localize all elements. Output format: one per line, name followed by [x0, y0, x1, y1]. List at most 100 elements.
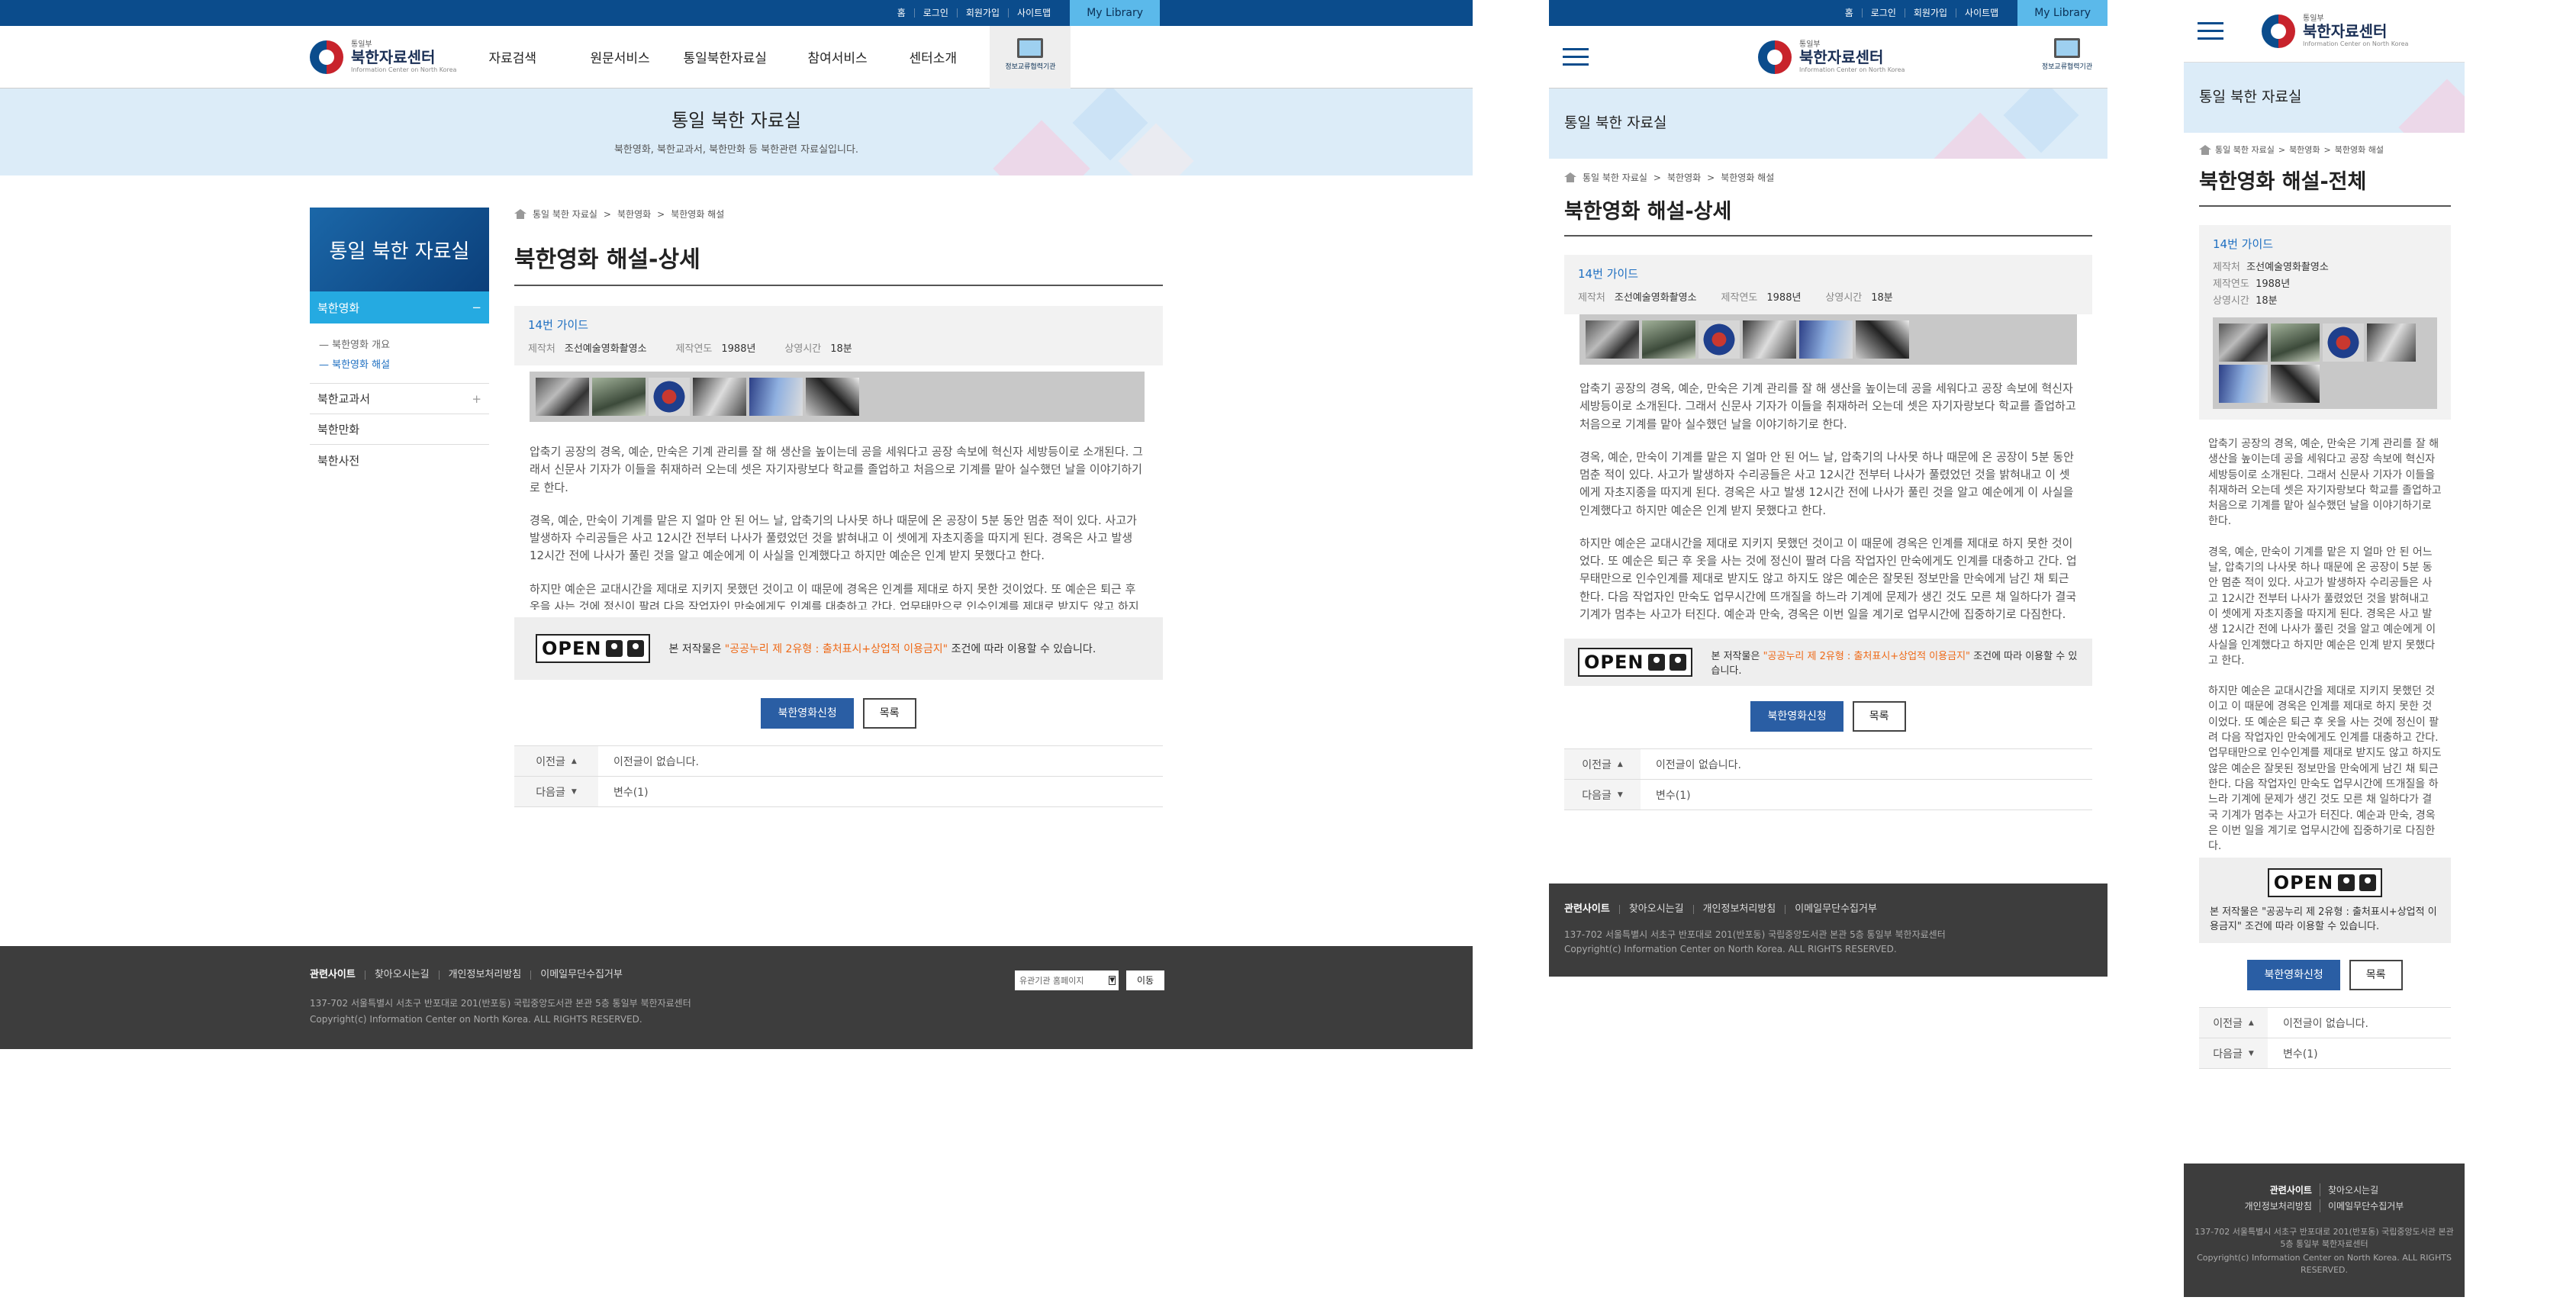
still-image [806, 378, 859, 416]
main-nav: 자료검색 원문서비스 통일북한자료실 참여서비스 센터소개 [488, 47, 985, 66]
sitemap-link[interactable]: 사이트맵 [1009, 8, 1059, 18]
header: 통일부 북한자료센터 Information Center on North K… [1549, 26, 2107, 89]
prev-row[interactable]: 이전글 ▲ 이전글이 없습니다. [514, 746, 1163, 777]
footer: 관련사이트 찾아오시는길 개인정보처리방침 이메일무단수집거부 137-702 … [2184, 1164, 2465, 1297]
banner-title: 통일 북한 자료실 [1564, 114, 1667, 131]
guide-meta: 제작처 조선예술영화촬영소 제작연도 1988년 상영시간 18분 [528, 343, 852, 355]
logo-emblem-icon [1758, 40, 1792, 74]
desktop-view: 홈 로그인 회원가입 사이트맵 My Library 통일부 북한자료센터 In… [0, 0, 1473, 1049]
home-icon[interactable] [514, 209, 526, 219]
film-stills [2213, 317, 2437, 409]
next-row[interactable]: 다음글 ▼ 변수(1) [2199, 1038, 2451, 1069]
license-box: OPEN 본 저작물은 "공공누리 제 2유형 : 출처표시+상업적 이용금지"… [514, 617, 1163, 680]
apply-button[interactable]: 북한영화신청 [1750, 701, 1843, 732]
film-stills [530, 372, 1145, 422]
guide-title: 14번 가이드 [528, 318, 589, 332]
submenu-commentary[interactable]: — 북한영화 해설 [319, 356, 489, 375]
page-banner: 통일 북한 자료실 북한영화, 북한교과서, 북한만화 등 북한관련 자료실입니… [0, 89, 1473, 175]
mylibrary-button[interactable]: My Library [2017, 0, 2107, 26]
next-row[interactable]: 다음글 ▼ 변수(1) [1564, 780, 2092, 810]
gnb-unification[interactable]: 통일북한자료실 [683, 47, 807, 66]
sidebar-item-dictionary[interactable]: 북한사전 [310, 445, 489, 475]
still-image [592, 378, 646, 416]
still-image [536, 378, 589, 416]
apply-button[interactable]: 북한영화신청 [761, 698, 854, 729]
license-text: 본 저작물은 "공공누리 제 2유형 : 출처표시+상업적 이용금지" 조건에 … [2210, 906, 2437, 932]
synopsis: 압축기 공장의 경옥, 예순, 만숙은 기계 관리를 잘 해 생산을 높이는데 … [530, 445, 1143, 610]
sidebar-submenu: — 북한영화 개요 — 북한영화 해설 [310, 323, 489, 384]
partner-link[interactable]: 정보교류협력기관 [2027, 26, 2107, 89]
signup-link[interactable]: 회원가입 [958, 8, 1009, 18]
tablet-view: 홈 로그인 회원가입 사이트맵 My Library 통일부 북한자료센터 In… [1549, 0, 2107, 977]
license-text: 본 저작물은 "공공누리 제 2유형 : 출처표시+상업적 이용금지" 조건에 … [1711, 651, 2078, 677]
sidebar-item-movie[interactable]: 북한영화 − [310, 291, 489, 323]
gnb-about[interactable]: 센터소개 [909, 47, 985, 66]
logo-title: 북한자료센터 [351, 48, 436, 67]
home-icon[interactable] [1564, 172, 1576, 182]
still-image [749, 378, 803, 416]
home-icon[interactable] [2199, 144, 2211, 155]
prev-row[interactable]: 이전글 ▲ 이전글이 없습니다. [2199, 1008, 2451, 1038]
kogl-logo: OPEN [1578, 648, 1693, 677]
guide-box: 14번 가이드 제작처 조선예술영화촬영소 제작연도 1988년 상영시간 18분 [1564, 255, 2092, 314]
content: 통일 북한 자료실 > 북한영화 > 북한영화 해설 북한영화 해설-상세 14번 … [514, 208, 1163, 807]
attribution-icon [606, 640, 623, 657]
login-link[interactable]: 로그인 [915, 8, 958, 18]
footer-address: 137-702 서울특별시 서초구 반포대로 201(반포동) 국립중앙도서관 … [310, 998, 691, 1009]
footer: 관련사이트 찾아오시는길 개인정보처리방침 이메일무단수집거부 137-702 … [0, 946, 1473, 1049]
footer-links: 관련사이트 찾아오시는길 개인정보처리방침 이메일무단수집거부 [310, 969, 623, 980]
license-text: 본 저작물은 "공공누리 제 2유형 : 출처표시+상업적 이용금지" 조건에 … [668, 643, 1096, 655]
sidebar-item-comic[interactable]: 북한만화 [310, 414, 489, 445]
license-box: OPEN 본 저작물은 "공공누리 제 2유형 : 출처표시+상업적 이용금지"… [2199, 858, 2451, 943]
chevron-down-icon: ▼ [1109, 976, 1116, 985]
home-link[interactable]: 홈 [889, 8, 915, 18]
gnb-participation[interactable]: 참여서비스 [807, 47, 909, 66]
still-image [693, 378, 746, 416]
utility-bar: 홈 로그인 회원가입 사이트맵 My Library [1549, 0, 2107, 26]
list-button[interactable]: 목록 [862, 698, 916, 729]
arrow-up-icon: ▲ [571, 757, 577, 765]
action-buttons: 북한영화신청 목록 [2199, 960, 2451, 990]
sidebar: 통일 북한 자료실 북한영화 − — 북한영화 개요 — 북한영화 해설 북한교과… [310, 208, 489, 475]
gnb-original[interactable]: 원문서비스 [590, 47, 683, 66]
footer-links: 관련사이트 찾아오시는길 개인정보처리방침 이메일무단수집거부 [1564, 903, 1877, 915]
prev-row[interactable]: 이전글 ▲ 이전글이 없습니다. [1564, 749, 2092, 780]
banner-desc: 북한영화, 북한교과서, 북한만화 등 북한관련 자료실입니다. [613, 144, 859, 156]
kogl-logo: OPEN [2267, 868, 2383, 897]
footer: 관련사이트 찾아오시는길 개인정보처리방침 이메일무단수집거부 137-702 … [1549, 884, 2107, 977]
apply-button[interactable]: 북한영화신청 [2247, 960, 2340, 990]
monitor-icon [1017, 37, 1044, 58]
list-button[interactable]: 목록 [2349, 960, 2403, 990]
arrow-down-icon: ▼ [571, 787, 577, 796]
site-logo[interactable]: 통일부 북한자료센터 Information Center on North K… [2262, 14, 2408, 48]
go-button[interactable]: 이동 [1126, 970, 1164, 990]
banner-title: 통일 북한 자료실 [2199, 89, 2302, 105]
header: 통일부 북한자료센터 Information Center on North K… [0, 25, 1473, 89]
prev-next: 이전글 ▲ 이전글이 없습니다. 다음글 ▼ 변수(1) [2199, 1007, 2451, 1069]
page-title: 북한영화 해설-상세 [1564, 195, 2092, 237]
list-button[interactable]: 목록 [1852, 701, 1906, 732]
prev-next: 이전글 ▲ 이전글이 없습니다. 다음글 ▼ 변수(1) [514, 745, 1163, 807]
related-sites-select[interactable]: 유관기관 홈페이지 ▼ [1015, 970, 1119, 990]
film-stills [1579, 314, 2077, 365]
partner-link[interactable]: 정보교류협력기관 [990, 25, 1071, 89]
sidebar-title: 통일 북한 자료실 [310, 208, 489, 291]
breadcrumb: 통일 북한 자료실 > 북한영화 > 북한영화 해설 [1564, 171, 2092, 184]
gnb-search[interactable]: 자료검색 [488, 47, 590, 66]
next-row[interactable]: 다음글 ▼ 변수(1) [514, 777, 1163, 807]
mylibrary-button[interactable]: My Library [1070, 0, 1160, 26]
site-logo[interactable]: 통일부 북한자료센터 Information Center on North K… [1758, 40, 1905, 74]
breadcrumb: 통일 북한 자료실 > 북한영화 > 북한영화 해설 [514, 208, 1163, 220]
menu-icon[interactable] [1563, 48, 1589, 66]
submenu-overview[interactable]: — 북한영화 개요 [319, 336, 489, 356]
menu-icon[interactable] [2198, 22, 2223, 40]
page-banner: 통일 북한 자료실 [1549, 89, 2107, 159]
site-logo[interactable]: 통일부 북한자료센터 Information Center on North K… [310, 40, 456, 74]
sidebar-item-textbook[interactable]: 북한교과서 + [310, 384, 489, 414]
content: 통일 북한 자료실 > 북한영화 > 북한영화 해설 북한영화 해설-상세 14번 … [1549, 159, 2107, 810]
breadcrumb: 통일 북한 자료실 > 북한영화 > 북한영화 해설 [2199, 143, 2451, 156]
monitor-icon [2054, 38, 2080, 58]
synopsis: 압축기 공장의 경옥, 예순, 만숙은 기계 관리를 잘 해 생산을 높이는데 … [1579, 381, 2077, 621]
logo-english: Information Center on North Korea [351, 66, 457, 74]
action-buttons: 북한영화신청 목록 [514, 698, 1163, 729]
